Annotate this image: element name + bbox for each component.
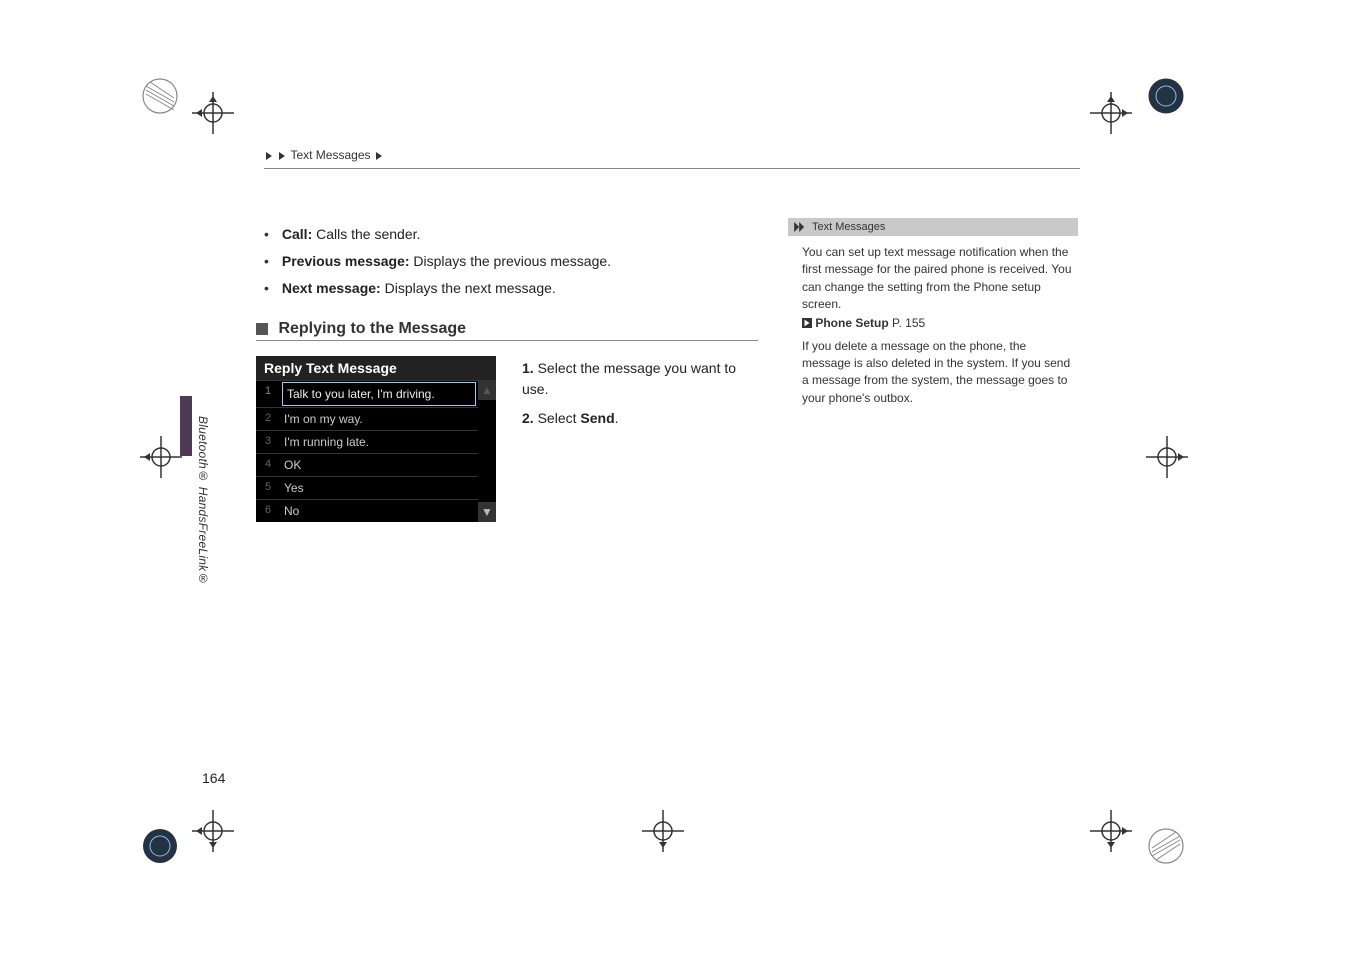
bullet-item: Previous message: Displays the previous … <box>264 249 764 274</box>
screenshot-title: Reply Text Message <box>256 356 496 380</box>
bullet-desc: Displays the next message. <box>381 280 556 296</box>
square-bullet-icon <box>256 323 268 335</box>
reply-option[interactable]: 2 I'm on my way. <box>256 407 478 430</box>
reply-option[interactable]: 3 I'm running late. <box>256 430 478 453</box>
option-index: 4 <box>256 454 280 476</box>
step-strong: Send <box>580 410 614 426</box>
print-mark-tr <box>1146 76 1186 116</box>
chevron-right-icon <box>279 152 285 160</box>
sidebar-note-paragraph: You can set up text message notification… <box>788 236 1078 314</box>
print-mark-bl <box>140 826 180 866</box>
chevron-right-icon <box>376 152 382 160</box>
scroll-down-button[interactable]: ▼ <box>478 502 496 522</box>
registration-mark-tr <box>1090 92 1132 134</box>
reply-list: 1 Talk to you later, I'm driving. 2 I'm … <box>256 380 478 522</box>
reply-option[interactable]: 4 OK <box>256 453 478 476</box>
page: Text Messages Call: Calls the sender. Pr… <box>0 0 1350 954</box>
option-index: 5 <box>256 477 280 499</box>
reply-option[interactable]: 5 Yes <box>256 476 478 499</box>
print-mark-br <box>1146 826 1186 866</box>
bullet-list: Call: Calls the sender. Previous message… <box>264 222 764 304</box>
step-text-a: Select <box>538 410 581 426</box>
section-tab-label: Bluetooth® HandsFreeLink® <box>196 416 210 586</box>
step-text-b: . <box>615 410 619 426</box>
option-index: 6 <box>256 500 280 522</box>
option-index: 1 <box>256 381 280 407</box>
link-arrow-icon <box>802 316 815 330</box>
scrollbar-track[interactable] <box>478 400 496 502</box>
breadcrumb-item: Text Messages <box>290 148 370 162</box>
breadcrumb: Text Messages <box>264 148 384 162</box>
option-index: 3 <box>256 431 280 453</box>
step: 2. Select Send. <box>522 408 752 429</box>
print-mark-tl <box>140 76 180 116</box>
scroll-up-button[interactable]: ▲ <box>478 380 496 400</box>
step-number: 2. <box>522 410 538 426</box>
bullet-term: Next message: <box>282 280 381 296</box>
bullet-term: Call: <box>282 226 312 242</box>
bullet-desc: Displays the previous message. <box>410 253 612 269</box>
option-text: OK <box>280 454 478 476</box>
option-text: I'm on my way. <box>280 408 478 430</box>
sidebar-note-ref: Phone Setup P. 155 <box>788 314 1078 330</box>
section-tab <box>180 396 192 456</box>
bullet-item: Call: Calls the sender. <box>264 222 764 247</box>
bullet-item: Next message: Displays the next message. <box>264 276 764 301</box>
registration-mark-tl <box>192 92 234 134</box>
option-index: 2 <box>256 408 280 430</box>
fast-forward-icon <box>794 221 806 233</box>
registration-mark-mr <box>1146 436 1188 478</box>
option-text: No <box>280 500 478 522</box>
registration-mark-br <box>1090 810 1132 852</box>
sidebar-note-title: Text Messages <box>812 221 885 233</box>
sidebar-note-header: Text Messages <box>788 218 1078 236</box>
bullet-term: Previous message: <box>282 253 410 269</box>
sidebar-note-paragraph: If you delete a message on the phone, th… <box>788 330 1078 408</box>
step-number: 1. <box>522 360 538 376</box>
section-heading: Replying to the Message <box>256 320 758 341</box>
device-screenshot: Reply Text Message 1 Talk to you later, … <box>256 356 496 522</box>
sidebar-note: Text Messages You can set up text messag… <box>788 218 1078 407</box>
bullet-desc: Calls the sender. <box>312 226 420 242</box>
scrollbar: ▲ ▼ <box>478 380 496 522</box>
step-list: 1. Select the message you want to use. 2… <box>522 358 752 437</box>
option-text: I'm running late. <box>280 431 478 453</box>
ref-label: Phone Setup <box>815 316 888 330</box>
registration-mark-bl <box>192 810 234 852</box>
divider <box>264 168 1080 169</box>
option-text: Yes <box>280 477 478 499</box>
page-number: 164 <box>202 770 225 786</box>
registration-mark-bc <box>642 810 684 852</box>
step: 1. Select the message you want to use. <box>522 358 752 400</box>
reply-option-selected[interactable]: 1 Talk to you later, I'm driving. <box>256 380 478 407</box>
registration-mark-ml <box>140 436 182 478</box>
option-text: Talk to you later, I'm driving. <box>282 382 476 406</box>
reply-option[interactable]: 6 No <box>256 499 478 522</box>
chevron-right-icon <box>266 152 272 160</box>
section-heading-label: Replying to the Message <box>278 320 466 337</box>
step-text: Select the message you want to use. <box>522 360 736 397</box>
ref-page: P. 155 <box>889 316 925 330</box>
